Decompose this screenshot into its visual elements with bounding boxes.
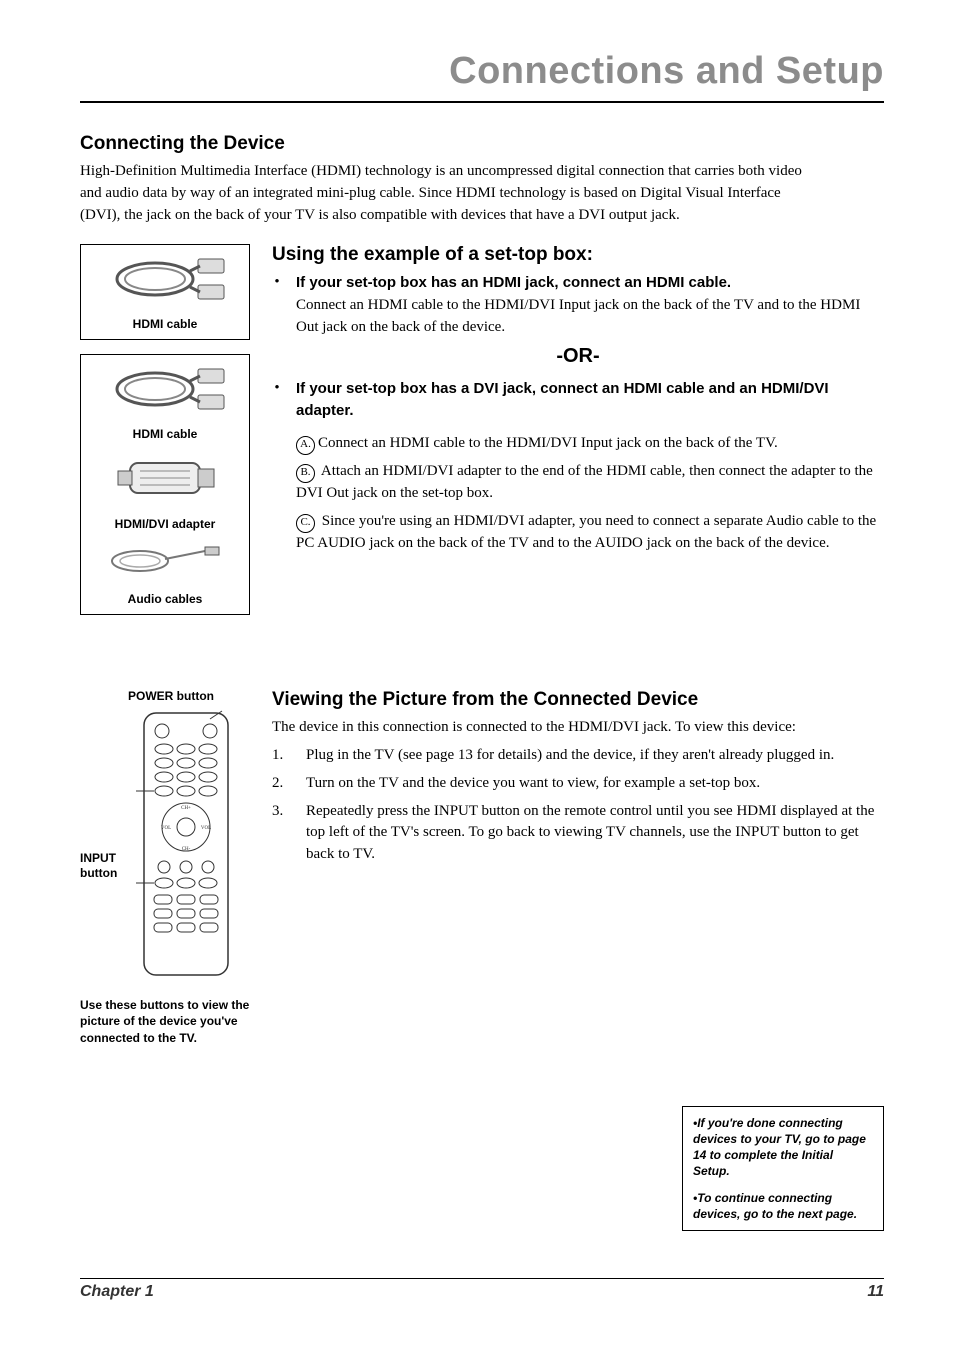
or-separator: -OR- [272,345,884,368]
tip-box: •If you're done connecting devices to yo… [682,1106,884,1231]
remote-bottom-caption: Use these buttons to view the picture of… [80,997,250,1046]
audio-cables-caption: Audio cables [87,592,243,606]
header-rule [80,101,884,103]
input-button-label-line1: INPUT [80,851,130,865]
svg-text:VOL: VOL [201,826,211,831]
hdmi-cable-figure-1: HDMI cable [80,244,250,340]
hdmi-cable-caption-1: HDMI cable [87,317,243,331]
svg-text:VOL: VOL [161,826,171,831]
step-b-text: Attach an HDMI/DVI adapter to the end of… [296,463,873,501]
step-number: 2. [272,773,290,795]
step-text: Repeatedly press the INPUT button on the… [306,801,884,866]
audio-cables-icon [105,541,225,581]
tip-line-2: •To continue connecting devices, go to t… [693,1190,873,1222]
input-button-label-line2: button [80,866,130,880]
hdmi-adapter-audio-figure: HDMI cable HDMI/DVI adapter Audio ca [80,354,250,615]
hdmi-dvi-adapter-caption: HDMI/DVI adapter [87,517,243,531]
bullet1-body: Connect an HDMI cable to the HDMI/DVI In… [296,297,860,335]
connecting-device-body: High-Definition Multimedia Interface (HD… [80,161,820,226]
hdmi-dvi-adapter-icon [110,451,220,506]
step-c-text: Since you're using an HDMI/DVI adapter, … [296,513,876,551]
step-c-label: C. [296,514,315,533]
page-header-title: Connections and Setup [80,50,884,93]
bullet2-bold: If your set-top box has a DVI jack, conn… [296,380,829,420]
step-number: 1. [272,745,290,767]
step-a-label: A. [296,436,315,455]
bullet1-bold: If your set-top box has an HDMI jack, co… [296,274,731,291]
svg-text:CH+: CH+ [181,806,191,811]
connecting-device-heading: Connecting the Device [80,133,884,155]
tip-line-1: •If you're done connecting devices to yo… [693,1115,873,1180]
footer-page-number: 11 [867,1283,884,1301]
viewing-step-3: 3. Repeatedly press the INPUT button on … [272,801,884,866]
svg-text:CH-: CH- [182,847,191,852]
step-text: Plug in the TV (see page 13 for details)… [306,745,884,767]
using-example-heading: Using the example of a set-top box: [272,244,884,266]
hdmi-cable-icon [100,251,230,306]
footer-chapter: Chapter 1 [80,1283,154,1301]
viewing-step-2: 2. Turn on the TV and the device you wan… [272,773,884,795]
viewing-intro: The device in this connection is connect… [272,717,884,739]
hdmi-cable-caption-2: HDMI cable [87,427,243,441]
step-number: 3. [272,801,290,866]
remote-control-icon: CH+ CH- VOL VOL [136,709,236,979]
step-a-text: Connect an HDMI cable to the HDMI/DVI In… [318,435,778,451]
step-b-label: B. [296,464,315,483]
power-button-label: POWER button [80,689,250,703]
footer-rule [80,1278,884,1279]
hdmi-cable-icon-2 [100,361,230,416]
bullet-dot: • [272,378,282,561]
bullet-dot: • [272,272,282,338]
step-text: Turn on the TV and the device you want t… [306,773,884,795]
viewing-step-1: 1. Plug in the TV (see page 13 for detai… [272,745,884,767]
viewing-heading: Viewing the Picture from the Connected D… [272,689,884,711]
